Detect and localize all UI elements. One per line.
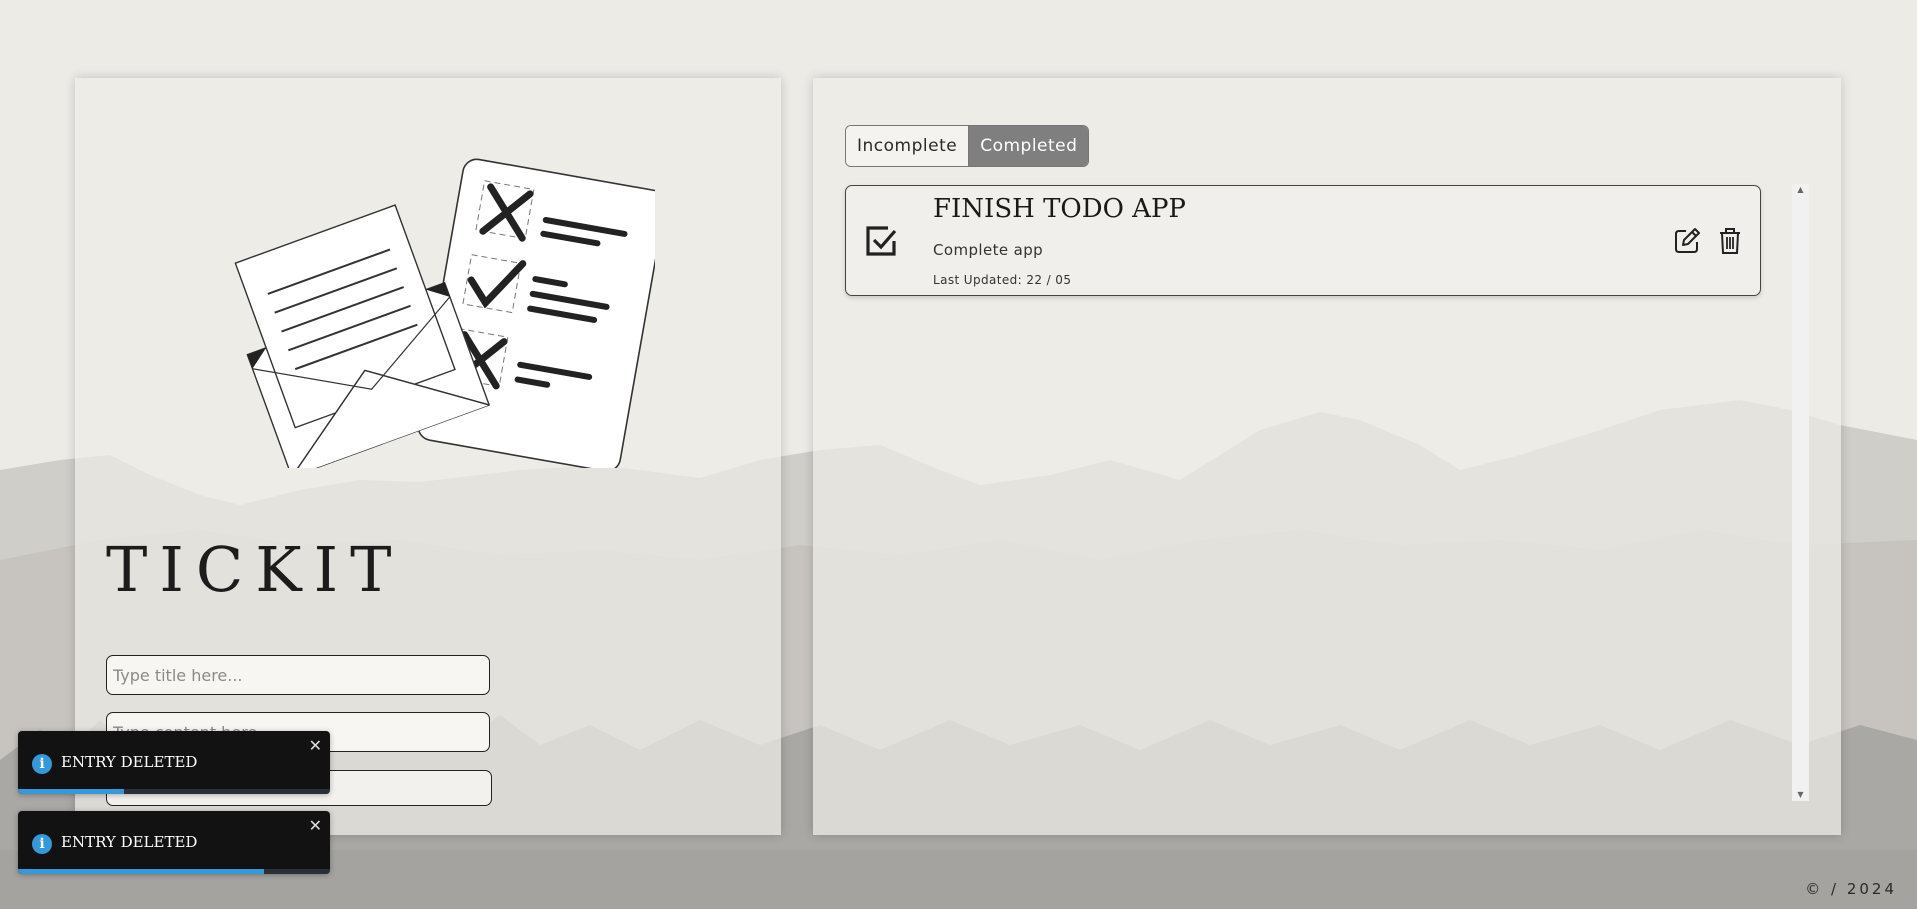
todo-last-updated: Last Updated: 22 / 05: [933, 273, 1072, 287]
checkbox-checked-icon[interactable]: [864, 224, 898, 258]
todo-list: FINISH TODO APP Complete app Last Update…: [845, 185, 1761, 296]
close-icon[interactable]: ✕: [309, 736, 322, 756]
todo-item: FINISH TODO APP Complete app Last Update…: [845, 185, 1761, 296]
trash-icon: [1720, 228, 1740, 254]
close-icon[interactable]: ✕: [309, 816, 322, 836]
toast-notification: i ENTRY DELETED ✕: [18, 811, 330, 874]
tab-completed[interactable]: Completed: [969, 126, 1089, 166]
scroll-down-arrow-icon[interactable]: ▼: [1792, 789, 1809, 801]
edit-icon: [1675, 228, 1700, 253]
toast-message: ENTRY DELETED: [61, 833, 198, 851]
todo-title: FINISH TODO APP: [933, 194, 1186, 224]
todo-panel: Incomplete Completed FINISH TODO APP Com…: [813, 78, 1841, 835]
footer-copyright: © / 2024: [1805, 880, 1897, 898]
toast-notification: i ENTRY DELETED ✕: [18, 731, 330, 794]
edit-button[interactable]: [1672, 226, 1702, 256]
filter-tabs: Incomplete Completed: [845, 125, 1090, 167]
create-panel: TICKIT: [75, 78, 781, 835]
scroll-up-arrow-icon[interactable]: ▲: [1792, 184, 1809, 196]
toast-progress-bar: [18, 869, 265, 874]
task-illustration: [234, 158, 655, 468]
toast-progress-track: [18, 869, 330, 874]
toast-progress-track: [18, 789, 330, 794]
delete-button[interactable]: [1715, 226, 1745, 256]
app-title: TICKIT: [106, 533, 404, 606]
title-input[interactable]: [106, 655, 490, 695]
tab-incomplete[interactable]: Incomplete: [846, 126, 970, 166]
info-icon: i: [32, 834, 52, 854]
info-icon: i: [32, 754, 52, 774]
toast-message: ENTRY DELETED: [61, 753, 198, 771]
todo-list-scrollbar[interactable]: ▲ ▼: [1792, 184, 1809, 801]
toast-progress-bar: [18, 789, 125, 794]
todo-content: Complete app: [933, 241, 1044, 259]
